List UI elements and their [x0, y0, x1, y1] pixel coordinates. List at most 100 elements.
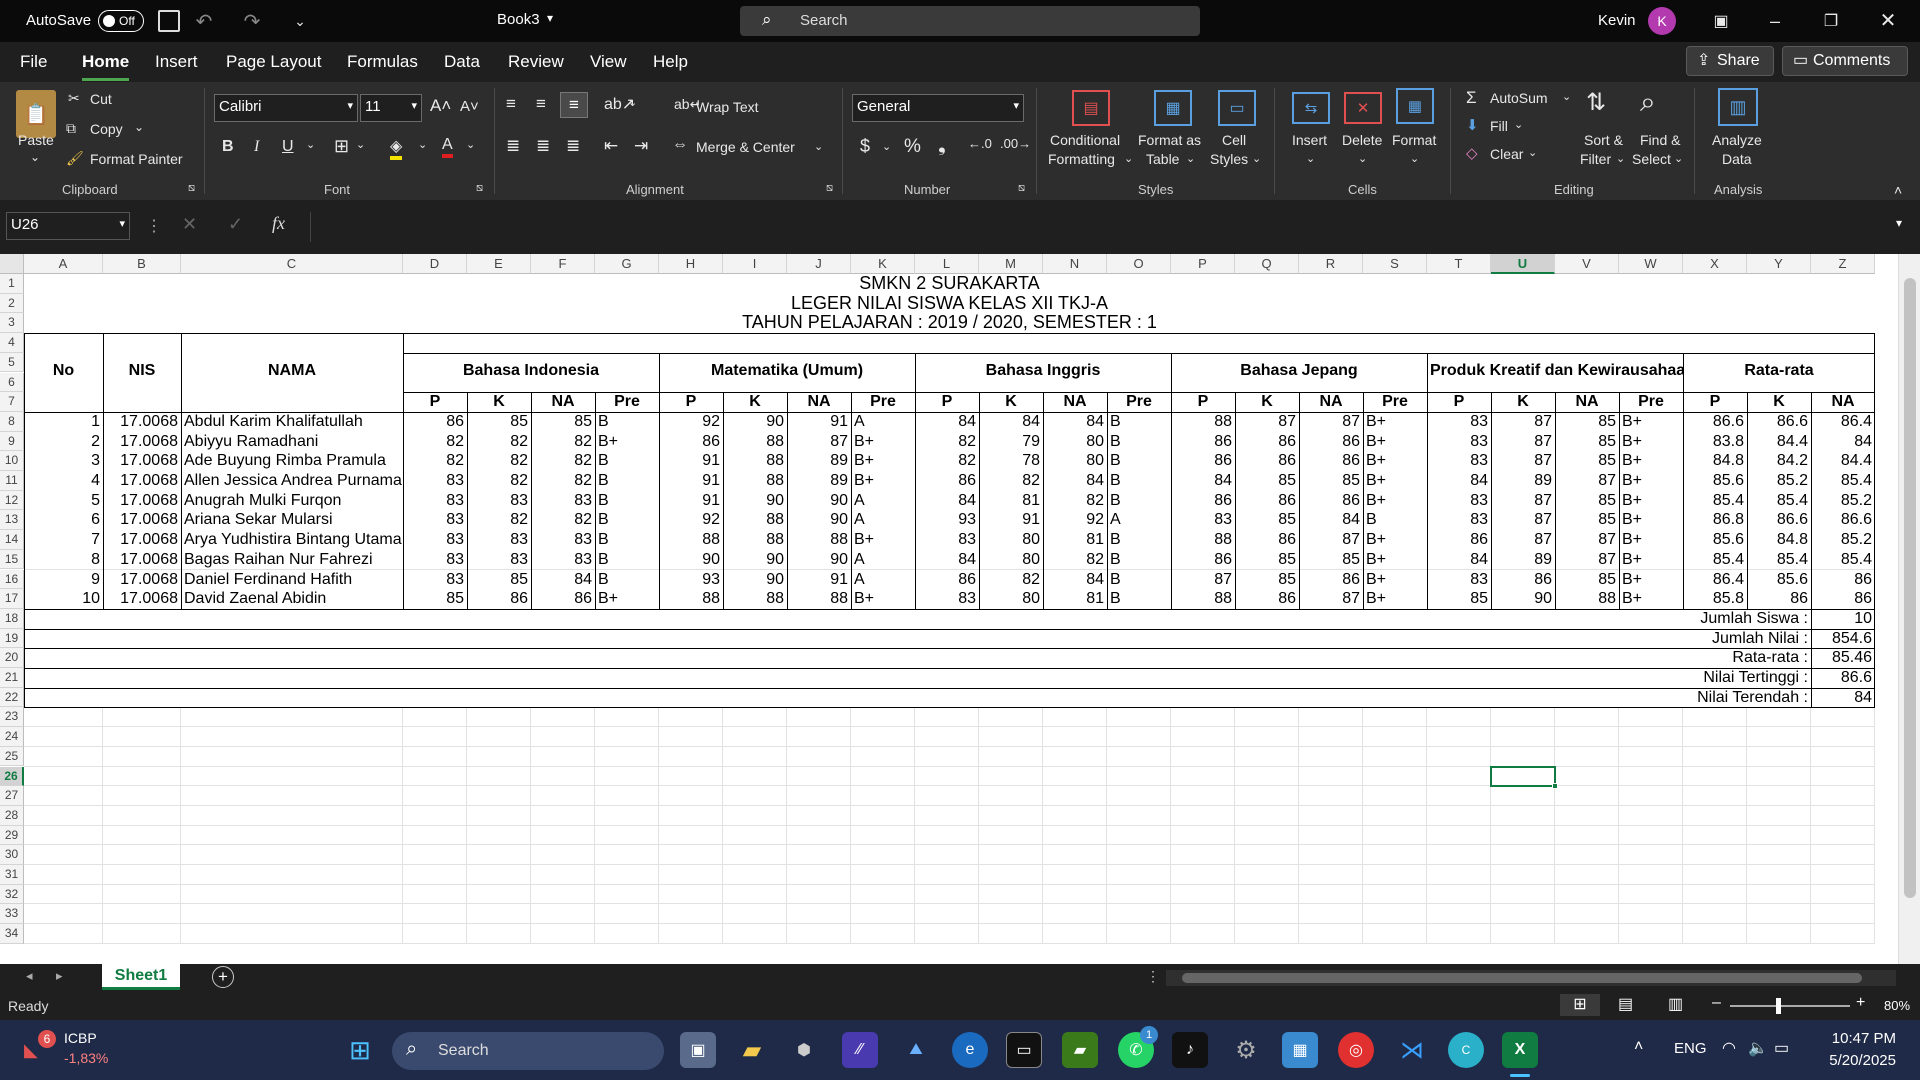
table-cell[interactable]: 17.0068: [103, 570, 181, 590]
wifi-icon[interactable]: ◠: [1722, 1038, 1736, 1058]
insert-cells-button[interactable]: Insert: [1292, 132, 1327, 148]
table-cell[interactable]: 84: [1043, 471, 1107, 491]
table-cell[interactable]: A: [851, 550, 915, 570]
table-cell[interactable]: 85.8: [1683, 589, 1747, 609]
table-cell[interactable]: B+: [1619, 530, 1683, 550]
table-cell[interactable]: 83: [531, 491, 595, 511]
chevron-down-icon[interactable]: ⌄: [466, 138, 475, 151]
table-cell[interactable]: 5: [24, 491, 103, 511]
sheet-title[interactable]: LEGER NILAI SISWA KELAS XII TKJ-A: [24, 293, 1875, 314]
borders-icon[interactable]: ⊞: [334, 136, 349, 157]
close-icon[interactable]: ✕: [1876, 8, 1900, 32]
align-middle-icon[interactable]: ≡: [536, 94, 546, 114]
find-select-label2[interactable]: Select: [1632, 151, 1671, 167]
column-header[interactable]: W: [1619, 254, 1683, 274]
table-cell[interactable]: 86.6: [1747, 412, 1811, 432]
table-cell[interactable]: 85.2: [1747, 471, 1811, 491]
table-cell[interactable]: 86.4: [1811, 412, 1875, 432]
table-cell[interactable]: Anugrah Mulki Furqon: [181, 491, 403, 511]
table-cell[interactable]: 93: [659, 570, 723, 590]
table-cell[interactable]: B+: [851, 530, 915, 550]
table-cell[interactable]: 82: [531, 432, 595, 452]
column-header[interactable]: D: [403, 254, 467, 274]
table-cell[interactable]: 91: [787, 570, 851, 590]
table-cell[interactable]: 86: [1299, 432, 1363, 452]
sort-filter-label2[interactable]: Filter: [1580, 151, 1611, 167]
column-header[interactable]: V: [1555, 254, 1619, 274]
zoom-in-icon[interactable]: +: [1856, 994, 1865, 1012]
table-cell[interactable]: 85.6: [1747, 570, 1811, 590]
table-cell[interactable]: 84: [1811, 432, 1875, 452]
percent-icon[interactable]: %: [904, 136, 921, 158]
row-header[interactable]: 7: [0, 392, 24, 412]
table-cell[interactable]: 85: [1555, 491, 1619, 511]
table-cell[interactable]: 87: [1491, 451, 1555, 471]
table-cell[interactable]: 83: [531, 550, 595, 570]
insert-function-icon[interactable]: fx: [272, 213, 285, 234]
clock-date[interactable]: 5/20/2025: [1822, 1052, 1896, 1069]
task-view-icon[interactable]: ▣: [680, 1032, 716, 1068]
table-cell[interactable]: B+: [1619, 589, 1683, 609]
increase-indent-icon[interactable]: ⇥: [634, 136, 648, 156]
table-cell[interactable]: 85: [467, 412, 531, 432]
sub-header[interactable]: K: [467, 392, 531, 412]
table-cell[interactable]: Ariana Sekar Mularsi: [181, 510, 403, 530]
summary-label[interactable]: Rata-rata :: [24, 648, 1811, 668]
table-cell[interactable]: 86: [915, 570, 979, 590]
table-cell[interactable]: 80: [1043, 432, 1107, 452]
table-cell[interactable]: 84.8: [1747, 530, 1811, 550]
subject-header[interactable]: Bahasa Inggris: [915, 361, 1171, 381]
table-cell[interactable]: B: [1363, 510, 1427, 530]
column-header[interactable]: G: [595, 254, 659, 274]
table-cell[interactable]: B: [1107, 530, 1171, 550]
table-cell[interactable]: 82: [467, 510, 531, 530]
table-cell[interactable]: 84: [915, 491, 979, 511]
wrap-text-button[interactable]: Wrap Text: [696, 99, 759, 115]
font-size-select[interactable]: 11 ▾: [360, 94, 422, 122]
table-cell[interactable]: 10: [24, 589, 103, 609]
conditional-formatting-icon[interactable]: ▤: [1072, 90, 1110, 126]
chevron-down-icon[interactable]: ⌄: [1616, 152, 1625, 165]
add-sheet-icon[interactable]: +: [212, 966, 234, 988]
table-cell[interactable]: 93: [915, 510, 979, 530]
table-cell[interactable]: 90: [787, 491, 851, 511]
sheet-title[interactable]: TAHUN PELAJARAN : 2019 / 2020, SEMESTER …: [24, 313, 1875, 334]
language-indicator[interactable]: ENG: [1674, 1040, 1707, 1057]
zoom-slider[interactable]: [1730, 1005, 1850, 1007]
table-cell[interactable]: B: [595, 412, 659, 432]
align-left-icon[interactable]: ≣: [506, 136, 520, 156]
table-cell[interactable]: B+: [1619, 550, 1683, 570]
fill-color-icon[interactable]: ◈: [390, 136, 403, 160]
zoom-out-icon[interactable]: –: [1712, 994, 1721, 1012]
copy-icon[interactable]: ⧉: [66, 120, 76, 137]
summary-value[interactable]: 84: [1811, 688, 1875, 708]
sort-filter-button[interactable]: Sort &: [1584, 132, 1623, 148]
terminal-icon[interactable]: ▭: [1006, 1032, 1042, 1068]
table-cell[interactable]: 84: [1171, 471, 1235, 491]
table-cell[interactable]: 88: [723, 471, 787, 491]
table-cell[interactable]: B+: [1619, 432, 1683, 452]
table-cell[interactable]: 88: [723, 530, 787, 550]
chevron-down-icon[interactable]: ⌄: [1674, 152, 1683, 165]
sub-header[interactable]: NA: [787, 392, 851, 412]
column-header[interactable]: P: [1171, 254, 1235, 274]
paste-button[interactable]: Paste: [18, 132, 54, 148]
table-cell[interactable]: 85: [403, 589, 467, 609]
cut-button[interactable]: Cut: [90, 91, 112, 107]
worksheet[interactable]: A B C D E F G H I J K L M N O P Q R S T U V W X Y Z 1 2 3 4 5 6 7 8 9 10 11 1…: [0, 254, 1920, 964]
column-header[interactable]: E: [467, 254, 531, 274]
table-cell[interactable]: 86: [467, 589, 531, 609]
header-nama[interactable]: NAMA: [181, 361, 403, 381]
column-header[interactable]: O: [1107, 254, 1171, 274]
table-cell[interactable]: 85: [467, 570, 531, 590]
table-cell[interactable]: 84: [1427, 471, 1491, 491]
table-cell[interactable]: 90: [723, 550, 787, 570]
table-cell[interactable]: B+: [1363, 432, 1427, 452]
table-cell[interactable]: 86.8: [1683, 510, 1747, 530]
row-header[interactable]: 13: [0, 510, 24, 531]
chevron-down-icon[interactable]: ⌄: [1124, 152, 1133, 165]
bold-icon[interactable]: B: [222, 138, 234, 156]
table-cell[interactable]: 85: [1555, 432, 1619, 452]
clock-time[interactable]: 10:47 PM: [1822, 1030, 1896, 1047]
column-header[interactable]: K: [851, 254, 915, 274]
